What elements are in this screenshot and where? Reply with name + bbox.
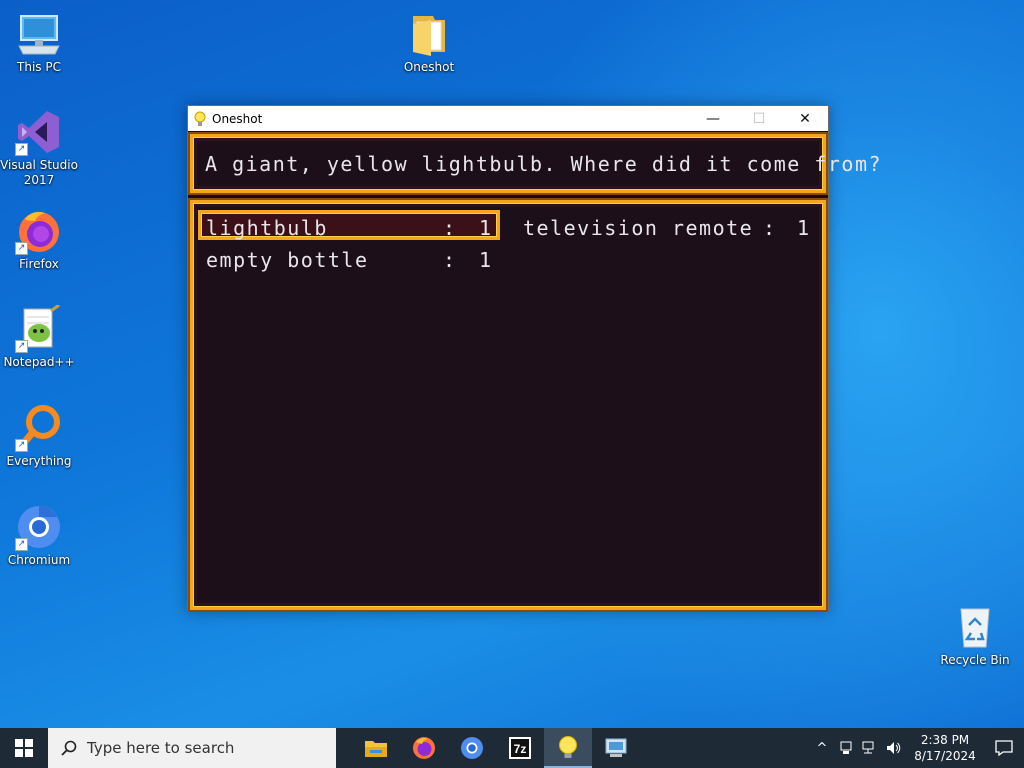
inventory-item-lightbulb[interactable]: lightbulb : 1 (198, 210, 500, 240)
control-panel-icon (605, 738, 627, 757)
inventory-box: lightbulb : 1 television remote : 1 empt… (190, 200, 826, 610)
inventory-item-colon: : (443, 248, 457, 272)
chromium-icon: ↗ (15, 503, 63, 551)
taskbar-file-explorer[interactable] (352, 728, 400, 768)
firefox-icon (413, 737, 435, 759)
inventory-item-colon: : (763, 216, 777, 240)
desktop-icon-visual-studio[interactable]: ↗ Visual Studio 2017 (0, 108, 78, 188)
search-placeholder: Type here to search (87, 739, 235, 757)
computer-icon (15, 10, 63, 58)
oneshot-window[interactable]: Oneshot — ☐ ✕ A giant, yellow lightbulb.… (187, 105, 881, 612)
inventory-item-name: empty bottle (206, 248, 369, 272)
recycle-bin-icon (951, 603, 999, 651)
desktop-icon-label: Firefox (19, 257, 59, 271)
taskbar-oneshot[interactable] (544, 728, 592, 768)
desktop-icon-label: Visual Studio 2017 (0, 158, 78, 187)
folder-icon (405, 10, 453, 58)
shortcut-arrow-icon: ↗ (15, 242, 28, 255)
desktop-icon-label: This PC (17, 60, 61, 74)
close-button[interactable]: ✕ (782, 106, 828, 131)
shortcut-arrow-icon: ↗ (15, 143, 28, 156)
inventory-item-name: television remote (523, 216, 754, 240)
desktop-icon-this-pc[interactable]: This PC (0, 10, 78, 75)
inventory-item-name: lightbulb (206, 216, 328, 240)
taskbar-7zip[interactable]: 7z (496, 728, 544, 768)
oneshot-lightbulb-icon (559, 736, 577, 758)
taskbar-clock[interactable]: 2:38 PM 8/17/2024 (906, 732, 984, 764)
desktop-icon-label: Chromium (7, 553, 71, 567)
desktop-icon-notepadpp[interactable]: ↗ Notepad++ (0, 303, 78, 370)
inventory-item-colon: : (443, 216, 457, 240)
inventory-item-quantity: 1 (479, 248, 493, 272)
svg-text:7z: 7z (514, 742, 527, 756)
shortcut-arrow-icon: ↗ (15, 439, 28, 452)
notification-icon (995, 740, 1013, 756)
firefox-icon: ↗ (15, 207, 63, 255)
system-tray: ^ 2:38 PM 8/17/2024 (810, 728, 1024, 768)
item-description-box: A giant, yellow lightbulb. Where did it … (190, 134, 881, 193)
clock-date: 8/17/2024 (914, 749, 976, 763)
inventory-item-television-remote[interactable]: television remote : 1 (523, 213, 823, 243)
device-icon[interactable] (834, 728, 858, 768)
desktop-icon-chromium[interactable]: ↗ Chromium (0, 503, 78, 568)
item-description: A giant, yellow lightbulb. Where did it … (205, 152, 883, 176)
desktop-icon-label: Everything (6, 454, 72, 468)
network-icon[interactable] (858, 728, 882, 768)
chromium-icon (461, 737, 483, 759)
desktop-icon-label: Oneshot (403, 60, 455, 74)
window-titlebar[interactable]: Oneshot — ☐ ✕ (188, 106, 828, 131)
desktop-icon-firefox[interactable]: ↗ Firefox (0, 207, 78, 272)
clock-time: 2:38 PM (920, 733, 970, 747)
start-button[interactable] (0, 728, 48, 768)
file-explorer-icon (365, 741, 387, 757)
chevron-up-icon[interactable]: ^ (810, 728, 834, 768)
desktop-icon-everything[interactable]: ↗ Everything (0, 404, 78, 469)
taskbar-control-panel[interactable] (592, 728, 640, 768)
desktop-icon-oneshot-folder[interactable]: Oneshot (390, 10, 468, 75)
minimize-button[interactable]: — (690, 106, 736, 131)
everything-search-icon: ↗ (15, 404, 63, 452)
taskbar: Type here to search 7z ^ 2:38 PM 8/17/20… (0, 728, 1024, 768)
taskbar-firefox[interactable] (400, 728, 448, 768)
inventory-item-quantity: 1 (479, 216, 493, 240)
windows-logo-icon (15, 739, 33, 757)
taskbar-chromium[interactable] (448, 728, 496, 768)
inventory-item-quantity: 1 (797, 216, 811, 240)
7zip-icon: 7z (509, 737, 531, 759)
lightbulb-icon (194, 111, 206, 126)
desktop-icon-label: Recycle Bin (940, 653, 1010, 667)
window-title: Oneshot (212, 111, 263, 126)
shortcut-arrow-icon: ↗ (15, 340, 28, 353)
visual-studio-icon: ↗ (15, 108, 63, 156)
notepadpp-icon: ↗ (15, 303, 63, 353)
volume-icon[interactable] (882, 728, 906, 768)
game-canvas[interactable]: A giant, yellow lightbulb. Where did it … (188, 131, 881, 611)
maximize-button[interactable]: ☐ (736, 106, 782, 131)
desktop-icon-label: Notepad++ (3, 355, 75, 369)
inventory-item-empty-bottle[interactable]: empty bottle : 1 (201, 245, 501, 275)
shortcut-arrow-icon: ↗ (15, 538, 28, 551)
desktop-icon-recycle-bin[interactable]: Recycle Bin (936, 603, 1014, 668)
notification-center-button[interactable] (984, 728, 1024, 768)
taskbar-search-box[interactable]: Type here to search (48, 728, 336, 768)
search-icon (61, 740, 77, 756)
